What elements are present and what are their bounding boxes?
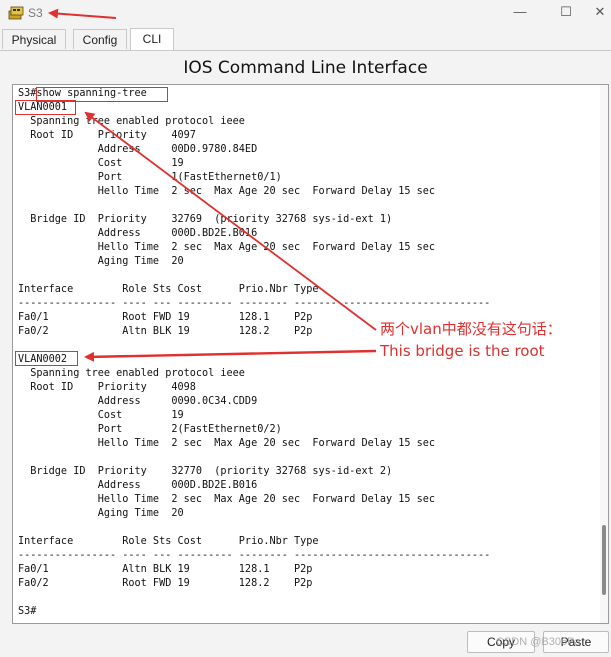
- title-bar: S3 — ☐ ✕: [0, 0, 611, 28]
- maximize-button[interactable]: ☐: [543, 2, 589, 24]
- console-line: Hello Time 2 sec Max Age 20 sec Forward …: [97, 494, 436, 505]
- console-line: S3#: [18, 606, 37, 617]
- console-line: Cost 19: [97, 158, 184, 169]
- console-line: Spanning tree enabled protocol ieee: [30, 368, 245, 379]
- console-line: ---------------- ---- --- --------- ----…: [18, 550, 491, 561]
- console-line: Hello Time 2 sec Max Age 20 sec Forward …: [97, 242, 436, 253]
- console-line: Root ID Priority 4097: [30, 130, 196, 141]
- annotation-line-2: This bridge is the root: [380, 342, 545, 360]
- tab-physical[interactable]: Physical: [2, 29, 66, 49]
- highlight-vlan0001: [15, 100, 76, 115]
- console-line: Fa0/1 Altn BLK 19 128.1 P2p: [18, 564, 313, 575]
- switch-app-icon: [8, 6, 24, 20]
- console-line: Hello Time 2 sec Max Age 20 sec Forward …: [97, 438, 436, 449]
- console-line: ---------------- ---- --- --------- ----…: [18, 298, 491, 309]
- console-line: Cost 19: [97, 410, 184, 421]
- console-line: Address 0090.0C34.CDD9: [97, 396, 258, 407]
- console-line: Hello Time 2 sec Max Age 20 sec Forward …: [97, 186, 436, 197]
- console-line: Port 1(FastEthernet0/1): [97, 172, 282, 183]
- scrollbar-thumb[interactable]: [602, 525, 606, 595]
- console-line: Address 00D0.9780.84ED: [97, 144, 258, 155]
- cli-window: S3 — ☐ ✕ Physical Config CLI IOS Command…: [0, 0, 611, 657]
- console-line: Interface Role Sts Cost Prio.Nbr Type: [18, 284, 319, 295]
- console-line: Aging Time 20: [97, 256, 184, 267]
- minimize-button[interactable]: —: [497, 2, 543, 24]
- tab-config[interactable]: Config: [73, 29, 127, 49]
- console-line: Fa0/2 Altn BLK 19 128.2 P2p: [18, 326, 313, 337]
- console-line: Port 2(FastEthernet0/2): [97, 424, 282, 435]
- console-line: Spanning tree enabled protocol ieee: [30, 116, 245, 127]
- tab-bar: Physical Config CLI: [0, 28, 611, 51]
- console-line: Address 000D.BD2E.B016: [97, 480, 258, 491]
- pane-title: IOS Command Line Interface: [183, 58, 428, 78]
- console-line: Address 000D.BD2E.B016: [97, 228, 258, 239]
- console-line: Fa0/2 Root FWD 19 128.2 P2p: [18, 578, 313, 589]
- console-line: Root ID Priority 4098: [30, 382, 196, 393]
- tab-cli[interactable]: CLI: [130, 28, 174, 50]
- console-scrollbar[interactable]: [600, 85, 608, 623]
- console-line: Interface Role Sts Cost Prio.Nbr Type: [18, 536, 319, 547]
- highlight-vlan0002: [15, 351, 78, 366]
- console-line: Fa0/1 Root FWD 19 128.1 P2p: [18, 312, 313, 323]
- window-title: S3: [28, 6, 43, 20]
- annotation-note: 两个vlan中都没有这句话： This bridge is the root: [380, 318, 562, 362]
- annotation-line-1: 两个vlan中都没有这句话：: [380, 320, 562, 338]
- watermark: CSDN @B306Pa: [496, 636, 581, 648]
- console-line: Bridge ID Priority 32769 (priority 32768…: [30, 214, 393, 225]
- close-button[interactable]: ✕: [589, 2, 611, 24]
- console-line: Bridge ID Priority 32770 (priority 32768…: [30, 466, 393, 477]
- console-line: Aging Time 20: [97, 508, 184, 519]
